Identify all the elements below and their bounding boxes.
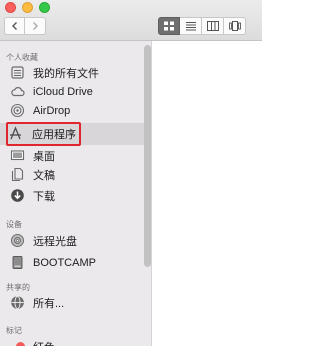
sidebar-scrollbar[interactable] bbox=[144, 45, 151, 267]
sidebar-item-label: 我的所有文件 bbox=[33, 67, 99, 80]
tags-header: 标记 bbox=[6, 326, 22, 335]
documents-icon bbox=[10, 167, 25, 182]
columns-icon bbox=[206, 21, 219, 31]
coverflow-icon bbox=[228, 21, 241, 31]
list-icon bbox=[185, 22, 196, 31]
file-browser-content[interactable] bbox=[153, 41, 262, 346]
icon-view-button[interactable] bbox=[158, 17, 180, 35]
sidebar-item-bootcamp[interactable]: BOOTCAMP bbox=[0, 253, 145, 272]
desktop-icon bbox=[10, 148, 25, 163]
sidebar-item-tag-red[interactable]: 红色 bbox=[0, 337, 145, 346]
sidebar-item-label: 应用程序 bbox=[32, 129, 76, 141]
red-tag-dot-icon bbox=[16, 342, 25, 346]
sidebar-item-desktop[interactable]: 桌面 bbox=[0, 146, 145, 165]
sidebar-item-remote-disc[interactable]: 远程光盘 bbox=[0, 231, 145, 250]
finder-window: 个人收藏 我的所有文件 iCloud Drive AirDrop 应用程序 桌面… bbox=[0, 0, 262, 346]
downloads-icon bbox=[10, 188, 25, 203]
drive-icon bbox=[10, 255, 25, 270]
sidebar-item-downloads[interactable]: 下载 bbox=[0, 186, 145, 205]
sidebar-item-label: iCloud Drive bbox=[33, 85, 93, 98]
list-view-button[interactable] bbox=[180, 17, 202, 35]
sidebar-item-label: 文稿 bbox=[33, 169, 55, 182]
zoom-window-button[interactable] bbox=[39, 2, 50, 13]
sidebar-item-label: BOOTCAMP bbox=[33, 256, 96, 269]
column-view-button[interactable] bbox=[202, 17, 224, 35]
sidebar-item-airdrop[interactable]: AirDrop bbox=[0, 101, 145, 120]
sidebar-item-all-files[interactable]: 我的所有文件 bbox=[0, 63, 145, 82]
all-files-icon bbox=[10, 65, 25, 80]
sidebar-item-all-shared[interactable]: 所有... bbox=[0, 293, 145, 312]
sidebar-item-label: 远程光盘 bbox=[33, 235, 77, 248]
sidebar-item-label: 桌面 bbox=[33, 150, 55, 163]
sidebar-item-applications[interactable]: 应用程序 bbox=[0, 123, 145, 145]
chevron-right-icon bbox=[33, 22, 38, 30]
devices-header: 设备 bbox=[6, 220, 22, 229]
sidebar-item-label: 所有... bbox=[33, 297, 65, 310]
minimize-window-button[interactable] bbox=[22, 2, 33, 13]
sidebar-item-label: 下载 bbox=[33, 190, 55, 203]
applications-icon bbox=[8, 126, 23, 141]
network-icon bbox=[10, 295, 25, 310]
shared-header: 共享的 bbox=[6, 283, 30, 292]
forward-button[interactable] bbox=[25, 17, 46, 35]
sidebar-item-documents[interactable]: 文稿 bbox=[0, 165, 145, 184]
sidebar-item-icloud-drive[interactable]: iCloud Drive bbox=[0, 82, 145, 101]
airdrop-icon bbox=[10, 103, 25, 118]
back-button[interactable] bbox=[4, 17, 25, 35]
icloud-icon bbox=[10, 84, 25, 99]
remote-disc-icon bbox=[10, 233, 25, 248]
coverflow-view-button[interactable] bbox=[224, 17, 246, 35]
chevron-left-icon bbox=[11, 22, 17, 30]
close-window-button[interactable] bbox=[5, 2, 16, 13]
sidebar-item-label: AirDrop bbox=[33, 104, 71, 117]
sidebar: 个人收藏 我的所有文件 iCloud Drive AirDrop 应用程序 桌面… bbox=[0, 41, 152, 346]
sidebar-item-label: 红色 bbox=[33, 339, 55, 346]
toolbar bbox=[0, 0, 262, 41]
grid-icon bbox=[164, 21, 174, 31]
favorites-header: 个人收藏 bbox=[6, 53, 38, 62]
